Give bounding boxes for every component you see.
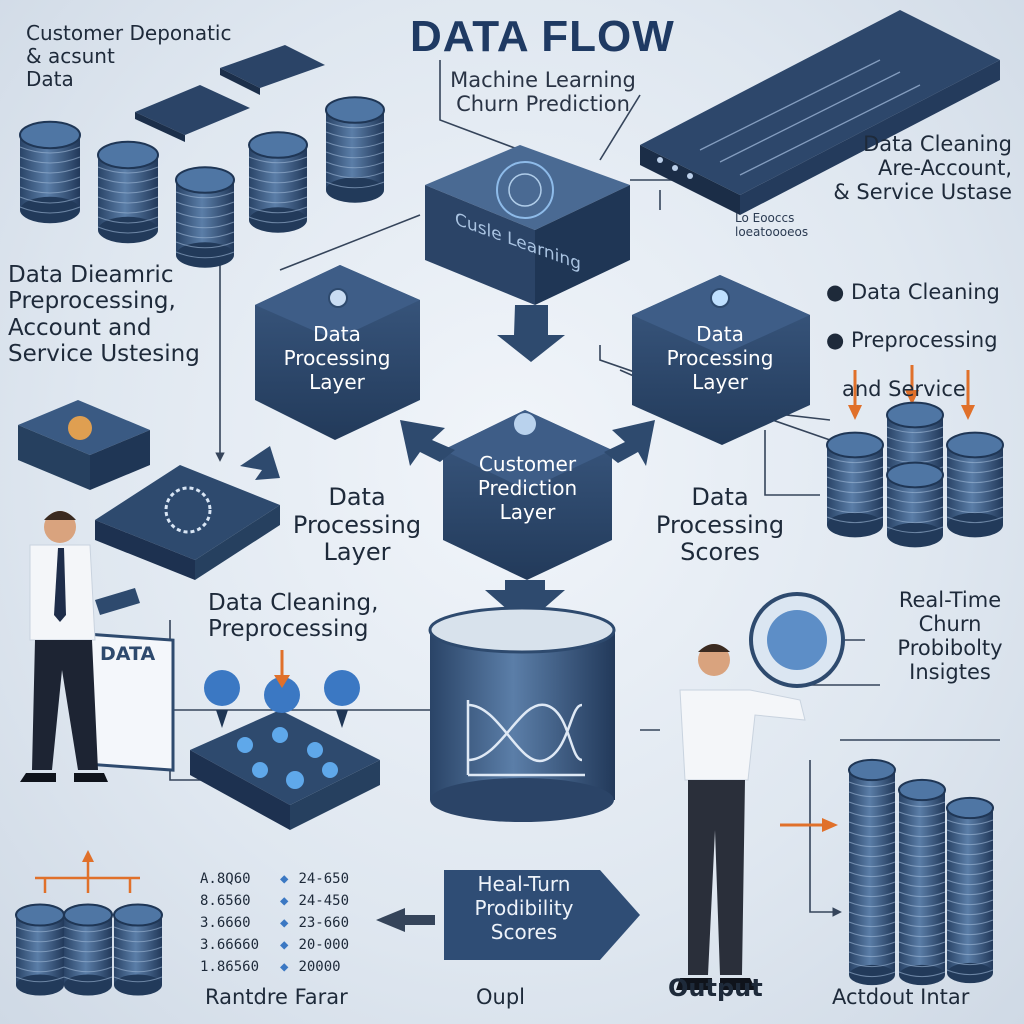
row-code: 1.86560 — [200, 959, 260, 975]
database-cylinder-icon — [63, 903, 113, 996]
bullet-item-1: ● Data Cleaning — [826, 280, 1000, 305]
arrow-left-diag — [240, 446, 280, 480]
small-left-arrow — [376, 908, 435, 932]
label-top-right: Data Cleaning Are-Account, & Service Ust… — [833, 132, 1012, 205]
label-center-right-layer: Data Processing Scores — [655, 483, 785, 567]
bullet-item-2: ● Preprocessing — [826, 328, 998, 353]
label-cleaning: Data Cleaning, Preprocessing — [208, 590, 379, 643]
left-gear-plate — [95, 465, 280, 580]
page-title: DATA FLOW — [410, 12, 675, 61]
chip-tile — [18, 400, 150, 490]
row-value: 23-660 — [298, 915, 350, 931]
tablet-slab-2 — [220, 45, 325, 95]
database-cylinder-icon — [826, 431, 884, 538]
label-realtime: Real-Time Churn Probibolty Insigtes — [897, 588, 1003, 685]
connector-line — [809, 760, 842, 917]
label-output: Output — [668, 974, 763, 1002]
bullet-item-3: and Service — [842, 376, 966, 401]
database-cylinder-icon — [848, 758, 896, 986]
table-row: A.8Q60 ◆ 24-650 — [200, 868, 375, 890]
database-cylinder-icon — [97, 140, 159, 244]
label-scores-arrow: Heal-Turn Prodibility Scores — [474, 872, 574, 944]
row-value: 20000 — [298, 959, 341, 975]
diamond-icon: ◆ — [280, 915, 289, 931]
center-block-label: Customer Prediction Layer — [477, 452, 578, 524]
row-code: 8.6560 — [200, 893, 251, 909]
database-cylinder-icon — [113, 903, 163, 996]
central-database — [428, 606, 616, 822]
score-table: A.8Q60 ◆ 24-650 8.6560 ◆ 24-450 3.6660 ◆ 23-660 3… — [200, 868, 375, 978]
right-bullet-list: ● Data Cleaning ● Preprocessing and Serv… — [826, 256, 1000, 425]
label-bottom-left: Rantdre Farar — [205, 985, 348, 1009]
database-cylinder-icon — [248, 131, 308, 233]
arrow-down-core — [497, 305, 565, 362]
database-cylinder-icon — [946, 431, 1004, 538]
row-code: 3.6660 — [200, 915, 251, 931]
table-row: 3.6660 ◆ 23-660 — [200, 912, 375, 934]
diamond-icon: ◆ — [280, 937, 289, 953]
database-cylinder-icon — [898, 778, 946, 986]
database-cylinder-icon — [15, 903, 65, 996]
board-label: DATA — [100, 643, 156, 665]
row-code: 3.66660 — [200, 937, 260, 953]
database-cylinder-icon — [886, 461, 944, 548]
target-dial — [749, 592, 845, 688]
label-bottom-center: Oupl — [476, 985, 526, 1009]
person-right-analyst — [676, 644, 806, 990]
tablet-slab-1 — [135, 85, 250, 142]
row-code: A.8Q60 — [200, 871, 251, 887]
label-top-left: Customer Deponatic & acsunt Data — [26, 21, 232, 91]
label-top-right-small: Lo Eooccs loeatoooeos — [735, 211, 809, 239]
database-cylinder-icon — [175, 166, 235, 268]
table-row: 8.6560 ◆ 24-450 — [200, 890, 375, 912]
database-cylinder-icon — [325, 96, 385, 203]
database-cylinder-icon — [946, 796, 994, 984]
table-row: 3.66660 ◆ 20-000 — [200, 934, 375, 956]
grid-plate — [190, 710, 380, 830]
label-left-middle: Data Dieamric Preprocessing, Account and… — [8, 262, 200, 368]
label-bottom-right: Actdout Intar — [832, 985, 970, 1009]
right-block-label: Data Processing Layer — [666, 322, 774, 394]
row-value: 24-650 — [298, 871, 350, 887]
diamond-icon: ◆ — [280, 871, 289, 887]
diamond-icon: ◆ — [280, 959, 289, 975]
row-value: 24-450 — [298, 893, 350, 909]
left-block-label: Data Processing Layer — [283, 322, 391, 394]
table-row: 1.86560 ◆ 20000 — [200, 956, 375, 978]
diamond-icon: ◆ — [280, 893, 289, 909]
database-cylinder-icon — [19, 120, 81, 224]
row-value: 20-000 — [298, 937, 350, 953]
label-center-left-layer: Data Processing Layer — [292, 483, 422, 567]
page-subtitle: Machine Learning Churn Prediction — [450, 68, 636, 117]
